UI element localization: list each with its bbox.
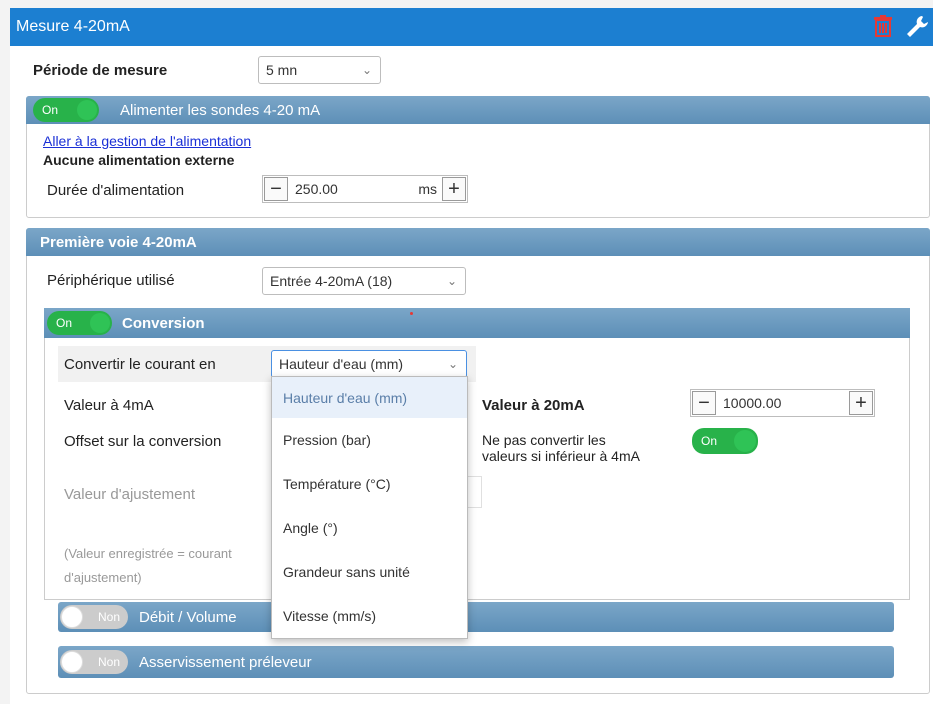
conversion-toggle-label: On [56, 316, 73, 330]
plus-icon[interactable]: + [849, 391, 873, 415]
convertir-select[interactable]: Hauteur d'eau (mm) ⌄ [271, 350, 467, 378]
duree-value[interactable]: 250.00 [289, 181, 418, 197]
periph-label: Périphérique utilisé [47, 272, 175, 289]
periph-select[interactable]: Entrée 4-20mA (18) ⌄ [262, 267, 466, 295]
valeur20-stepper[interactable]: − 10000.00 + [690, 389, 875, 417]
toggle-knob [90, 313, 110, 333]
alim-info: Aucune alimentation externe [43, 152, 235, 168]
chevron-down-icon: ⌄ [447, 357, 458, 371]
red-dot [410, 312, 413, 315]
ne-pas-toggle[interactable]: On [692, 428, 758, 454]
plus-icon[interactable]: + [442, 177, 466, 201]
dropdown-option[interactable]: Hauteur d'eau (mm) [272, 377, 467, 418]
chevron-down-icon: ⌄ [361, 63, 372, 77]
conversion-title: Conversion [122, 315, 205, 332]
debit-toggle-label: Non [97, 610, 120, 624]
ne-pas-toggle-label: On [701, 434, 718, 448]
asserv-toggle-label: Non [97, 655, 120, 669]
debit-toggle[interactable]: Non [60, 605, 128, 629]
ne-pas-line2: valeurs si inférieur à 4mA [482, 448, 640, 464]
voie-header: Première voie 4-20mA [26, 228, 930, 256]
minus-icon[interactable]: − [264, 177, 288, 201]
dropdown-option[interactable]: Grandeur sans unité [272, 550, 467, 594]
ne-pas-line1: Ne pas convertir les [482, 432, 606, 448]
valeur4-label: Valeur à 4mA [64, 397, 154, 414]
minus-icon[interactable]: − [692, 391, 716, 415]
alim-title: Alimenter les sondes 4-20 mA [120, 102, 321, 119]
alim-link[interactable]: Aller à la gestion de l'alimentation [43, 133, 251, 149]
periode-select[interactable]: 5 mn ⌄ [258, 56, 381, 84]
chevron-down-icon: ⌄ [446, 274, 457, 288]
dropdown-option[interactable]: Température (°C) [272, 462, 467, 506]
alim-toggle-label: On [42, 103, 59, 117]
toggle-knob [61, 606, 83, 628]
voie-title: Première voie 4-20mA [40, 233, 197, 251]
duree-unit: ms [418, 181, 437, 197]
toggle-knob [61, 651, 83, 673]
offset-label: Offset sur la conversion [64, 433, 222, 450]
valeur20-value[interactable]: 10000.00 [717, 395, 848, 411]
ajustement-label: Valeur d'ajustement [64, 486, 195, 503]
convertir-dropdown: Hauteur d'eau (mm) Pression (bar) Tempér… [271, 376, 468, 639]
toggle-knob [77, 100, 97, 120]
dropdown-option[interactable]: Angle (°) [272, 506, 467, 550]
periode-label: Période de mesure [33, 62, 168, 79]
periode-value: 5 mn [266, 62, 298, 78]
convertir-value: Hauteur d'eau (mm) [279, 356, 404, 372]
convertir-label: Convertir le courant en [64, 356, 216, 373]
alim-toggle[interactable]: On [33, 98, 99, 122]
asserv-toggle[interactable]: Non [60, 650, 128, 674]
wrench-icon[interactable] [904, 14, 930, 40]
page-title: Mesure 4-20mA [16, 18, 130, 35]
page-header: Mesure 4-20mA [10, 8, 933, 46]
debit-title: Débit / Volume [139, 609, 237, 626]
dropdown-option[interactable]: Pression (bar) [272, 418, 467, 462]
trash-icon[interactable] [872, 14, 894, 38]
duree-stepper[interactable]: − 250.00 ms + [262, 175, 468, 203]
toggle-knob [734, 430, 756, 452]
formula-line2: d'ajustement) [64, 570, 142, 585]
formula-line1: (Valeur enregistrée = courant [64, 546, 232, 561]
asserv-title: Asservissement préleveur [139, 654, 312, 671]
valeur20-label: Valeur à 20mA [482, 397, 585, 414]
duree-label: Durée d'alimentation [47, 182, 185, 199]
dropdown-option[interactable]: Vitesse (mm/s) [272, 594, 467, 638]
periph-value: Entrée 4-20mA (18) [270, 273, 393, 289]
conversion-toggle[interactable]: On [47, 311, 112, 335]
